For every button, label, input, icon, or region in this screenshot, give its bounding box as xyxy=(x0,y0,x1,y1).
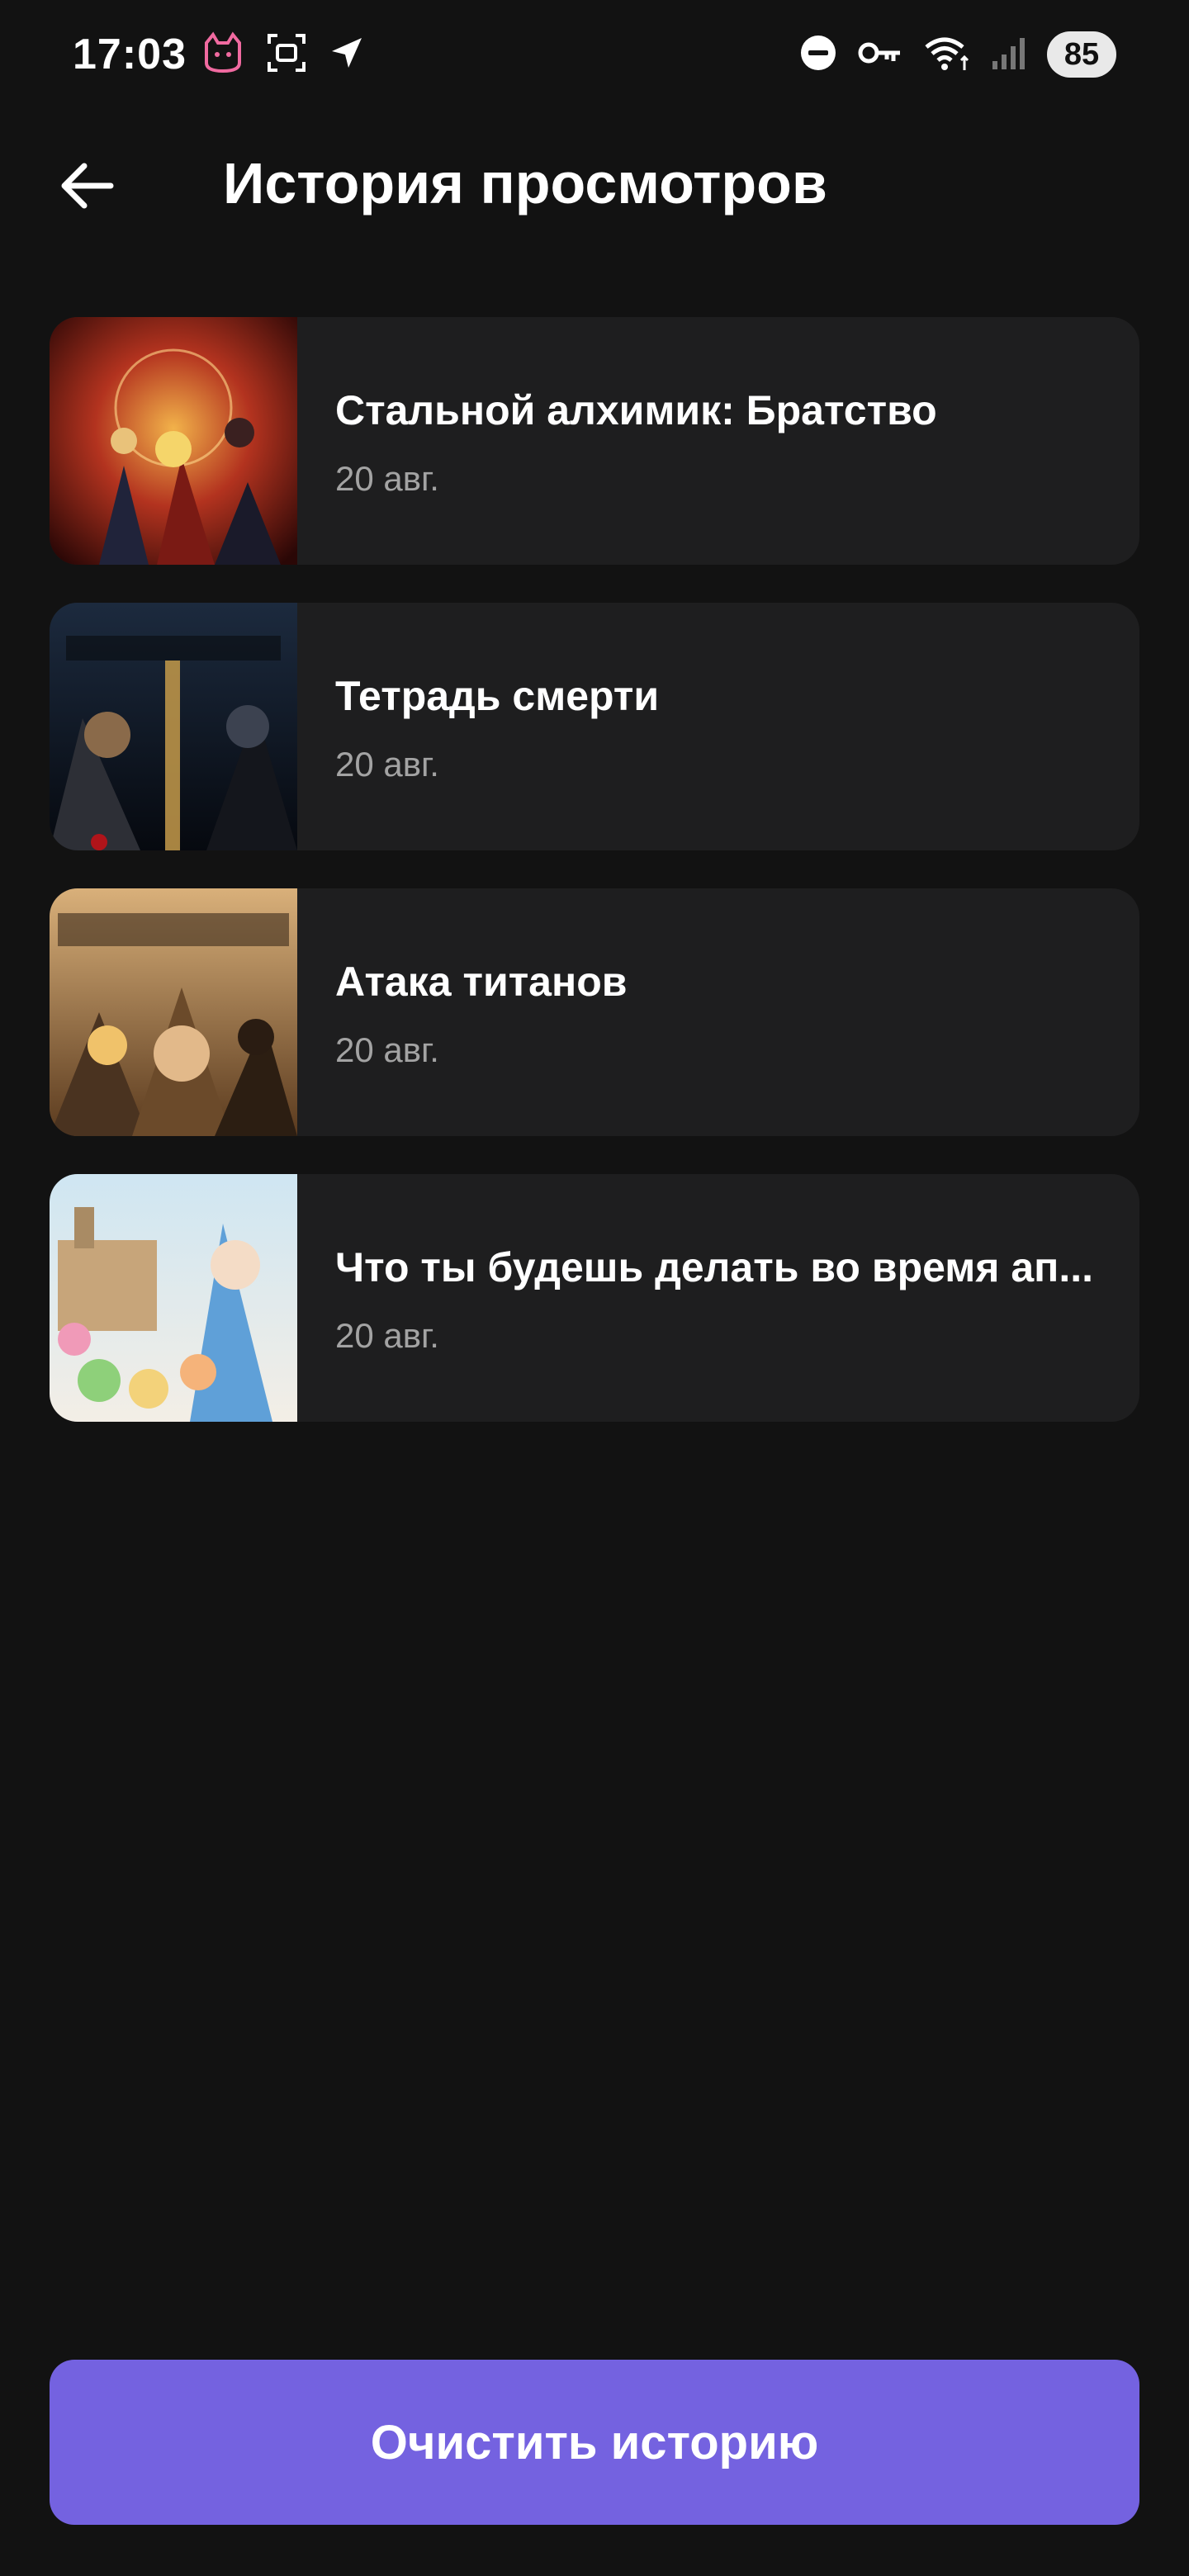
history-item-title: Что ты будешь делать во время ап... xyxy=(335,1244,1094,1290)
history-item-title: Стальной алхимик: Братство xyxy=(335,387,937,433)
do-not-disturb-icon xyxy=(799,34,837,76)
history-list: Стальной алхимик: Братство 20 авг. Тетра… xyxy=(50,317,1139,1460)
history-item-date: 20 авг. xyxy=(335,459,439,498)
history-item-date: 20 авг. xyxy=(335,1030,439,1069)
history-item-title: Атака титанов xyxy=(335,959,628,1005)
vpn-key-icon xyxy=(857,36,903,73)
poster-image xyxy=(50,1174,297,1422)
clear-history-button[interactable]: Очистить историю xyxy=(50,2360,1139,2525)
back-button[interactable] xyxy=(51,152,122,223)
arrow-left-icon xyxy=(59,161,114,215)
poster-image xyxy=(50,317,297,565)
wifi-icon xyxy=(923,32,971,78)
history-item-title: Тетрадь смерти xyxy=(335,673,660,719)
page-title: История просмотров xyxy=(223,151,827,215)
poster-image xyxy=(50,888,297,1136)
history-item[interactable]: Тетрадь смерти 20 авг. xyxy=(50,603,1139,850)
status-left-icons xyxy=(201,31,365,78)
history-item[interactable]: Атака титанов 20 авг. xyxy=(50,888,1139,1136)
screenshot-icon xyxy=(266,32,307,78)
history-item-date: 20 авг. xyxy=(335,745,439,784)
history-item-date: 20 авг. xyxy=(335,1316,439,1355)
battery-indicator: 85 xyxy=(1047,31,1116,78)
poster-image xyxy=(50,603,297,850)
history-item[interactable]: Стальной алхимик: Братство 20 авг. xyxy=(50,317,1139,565)
location-arrow-icon xyxy=(329,35,365,75)
app-bar: История просмотров xyxy=(0,132,1189,231)
status-time: 17:03 xyxy=(73,31,187,78)
signal-icon xyxy=(991,35,1027,75)
status-bar: 17:03 85 xyxy=(0,0,1189,107)
cat-notification-icon xyxy=(201,31,244,78)
history-item[interactable]: Что ты будешь делать во время ап... 20 а… xyxy=(50,1174,1139,1422)
status-right-icons: 85 xyxy=(799,31,1116,78)
